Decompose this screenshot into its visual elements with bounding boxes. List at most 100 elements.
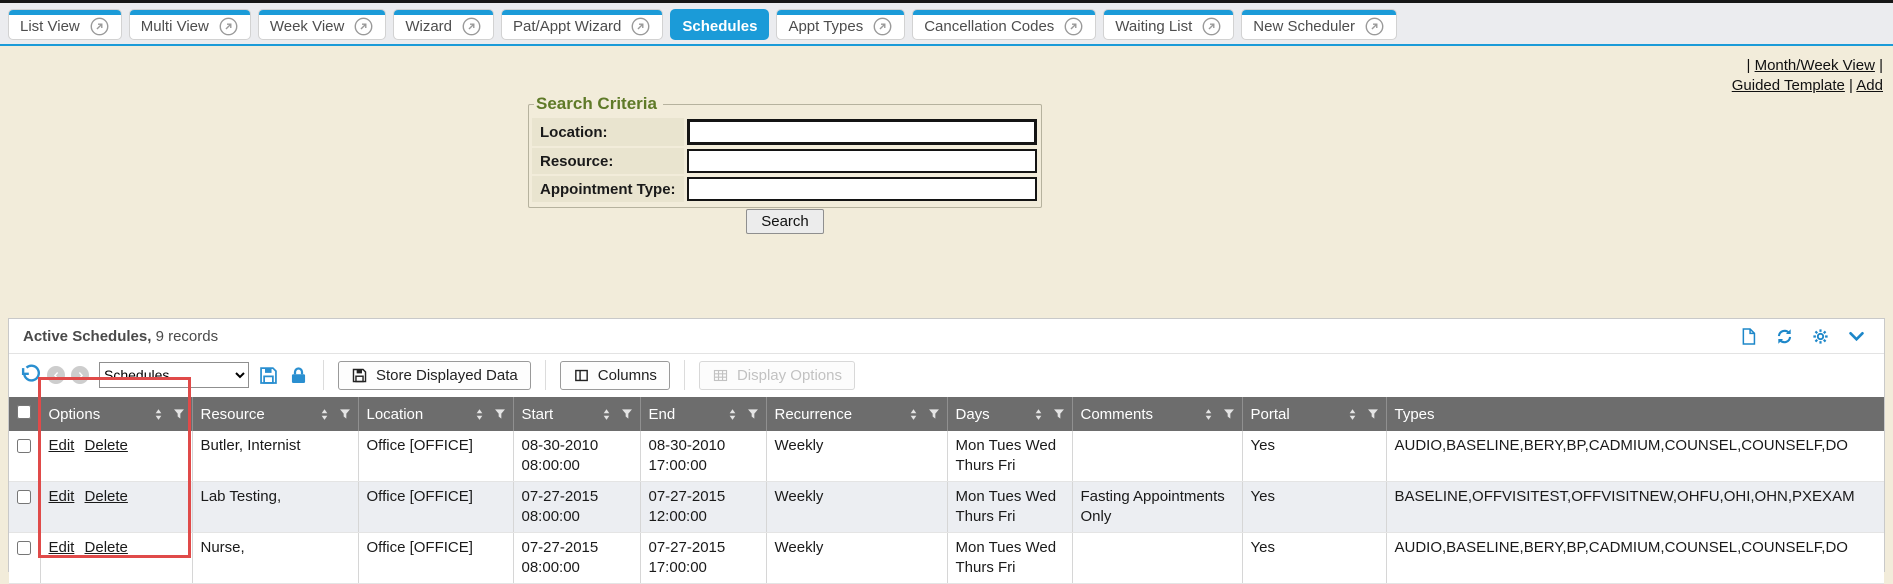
tab-list-view[interactable]: List View	[8, 9, 122, 40]
save-view-icon[interactable]	[258, 365, 279, 386]
comments-cell	[1072, 533, 1242, 584]
tab-label: Multi View	[141, 15, 209, 35]
popout-icon[interactable]	[218, 16, 239, 37]
resource-input[interactable]	[687, 149, 1037, 173]
lock-icon[interactable]	[288, 365, 309, 386]
tab-waiting-list[interactable]: Waiting List	[1103, 9, 1234, 40]
sort-icon[interactable]	[725, 407, 740, 422]
filter-icon[interactable]	[620, 407, 634, 421]
days-cell: Mon Tues Wed Thurs Fri	[947, 482, 1072, 533]
resource-cell: Nurse,	[192, 533, 358, 584]
separator: |	[1747, 57, 1751, 74]
filter-icon[interactable]	[493, 407, 507, 421]
refresh-icon[interactable]	[1775, 327, 1794, 346]
column-header-start[interactable]: Start	[513, 397, 640, 431]
tab-new-scheduler[interactable]: New Scheduler	[1241, 9, 1397, 40]
search-criteria-legend: Search Criteria	[534, 94, 663, 114]
column-header-end[interactable]: End	[640, 397, 766, 431]
tab-week-view[interactable]: Week View	[258, 9, 386, 40]
tab-appt-types[interactable]: Appt Types	[776, 9, 905, 40]
popout-icon[interactable]	[89, 16, 110, 37]
table-row: Edit Delete Lab Testing, Office [OFFICE]…	[9, 482, 1884, 533]
search-criteria-fieldset: Search Criteria Location: Resource: Appo…	[528, 94, 1042, 208]
sort-icon[interactable]	[599, 407, 614, 422]
start-cell: 07-27-2015 08:00:00	[513, 533, 640, 584]
delete-link[interactable]: Delete	[85, 539, 128, 556]
tab-schedules[interactable]: Schedules	[670, 9, 769, 40]
options-cell: Edit Delete	[40, 482, 192, 533]
tab-wizard[interactable]: Wizard	[393, 9, 494, 40]
popout-icon[interactable]	[872, 16, 893, 37]
column-header-recurrence[interactable]: Recurrence	[766, 397, 947, 431]
forward-icon[interactable]	[71, 366, 89, 384]
column-header-options[interactable]: Options	[40, 397, 192, 431]
appointment-type-input[interactable]	[687, 177, 1037, 201]
popout-icon[interactable]	[461, 16, 482, 37]
popout-icon[interactable]	[630, 16, 651, 37]
filter-icon[interactable]	[927, 407, 941, 421]
column-header-portal[interactable]: Portal	[1242, 397, 1386, 431]
popout-icon[interactable]	[1201, 16, 1222, 37]
column-header-resource[interactable]: Resource	[192, 397, 358, 431]
popout-icon[interactable]	[1364, 16, 1385, 37]
column-header-comments[interactable]: Comments	[1072, 397, 1242, 431]
row-checkbox[interactable]	[17, 541, 31, 555]
sort-icon[interactable]	[151, 407, 166, 422]
popout-icon[interactable]	[353, 16, 374, 37]
edit-link[interactable]: Edit	[49, 488, 75, 505]
chevron-down-icon[interactable]	[1847, 327, 1866, 346]
sort-icon[interactable]	[906, 407, 921, 422]
types-cell: AUDIO,BASELINE,BERY,BP,CADMIUM,COUNSEL,C…	[1386, 533, 1884, 584]
select-all-checkbox[interactable]	[17, 405, 31, 419]
resource-label: Resource:	[532, 148, 684, 174]
search-button[interactable]: Search	[746, 209, 824, 234]
add-link[interactable]: Add	[1856, 77, 1883, 94]
store-displayed-data-button[interactable]: Store Displayed Data	[338, 361, 531, 390]
edit-link[interactable]: Edit	[49, 437, 75, 454]
delete-link[interactable]: Delete	[85, 488, 128, 505]
display-options-label: Display Options	[737, 367, 842, 384]
row-checkbox[interactable]	[17, 439, 31, 453]
view-select[interactable]: Schedules	[99, 362, 249, 388]
panel-header: Active Schedules, 9 records	[9, 319, 1884, 354]
month-week-view-link[interactable]: Month/Week View	[1755, 57, 1875, 74]
options-cell: Edit Delete	[40, 431, 192, 482]
filter-icon[interactable]	[172, 407, 186, 421]
new-document-icon[interactable]	[1739, 327, 1758, 346]
sort-icon[interactable]	[1031, 407, 1046, 422]
portal-cell: Yes	[1242, 431, 1386, 482]
sort-icon[interactable]	[472, 407, 487, 422]
filter-icon[interactable]	[338, 407, 352, 421]
location-cell: Office [OFFICE]	[358, 431, 513, 482]
days-cell: Mon Tues Wed Thurs Fri	[947, 431, 1072, 482]
tab-pat-appt-wizard[interactable]: Pat/Appt Wizard	[501, 9, 663, 40]
column-header-days[interactable]: Days	[947, 397, 1072, 431]
types-cell: AUDIO,BASELINE,BERY,BP,CADMIUM,COUNSEL,C…	[1386, 431, 1884, 482]
filter-icon[interactable]	[1052, 407, 1066, 421]
filter-icon[interactable]	[746, 407, 760, 421]
filter-icon[interactable]	[1366, 407, 1380, 421]
tab-label: Week View	[270, 15, 344, 35]
delete-link[interactable]: Delete	[85, 437, 128, 454]
column-header-types[interactable]: Types	[1386, 397, 1884, 431]
sort-icon[interactable]	[1201, 407, 1216, 422]
columns-button[interactable]: Columns	[560, 361, 670, 390]
back-icon[interactable]	[47, 366, 65, 384]
edit-link[interactable]: Edit	[49, 539, 75, 556]
gear-icon[interactable]	[1811, 327, 1830, 346]
popout-icon[interactable]	[1063, 16, 1084, 37]
guided-template-link[interactable]: Guided Template	[1732, 77, 1845, 94]
column-header-location[interactable]: Location	[358, 397, 513, 431]
comments-cell: Fasting Appointments Only	[1072, 482, 1242, 533]
location-input[interactable]	[687, 119, 1037, 145]
table-header-row: Options Resource Location Start	[9, 397, 1884, 431]
tab-cancellation-codes[interactable]: Cancellation Codes	[912, 9, 1096, 40]
row-checkbox[interactable]	[17, 490, 31, 504]
tab-multi-view[interactable]: Multi View	[129, 9, 251, 40]
sort-icon[interactable]	[317, 407, 332, 422]
appointment-type-label: Appointment Type:	[532, 176, 684, 202]
undo-icon[interactable]	[19, 364, 41, 386]
sort-icon[interactable]	[1345, 407, 1360, 422]
filter-icon[interactable]	[1222, 407, 1236, 421]
panel-header-icons	[1739, 327, 1870, 346]
